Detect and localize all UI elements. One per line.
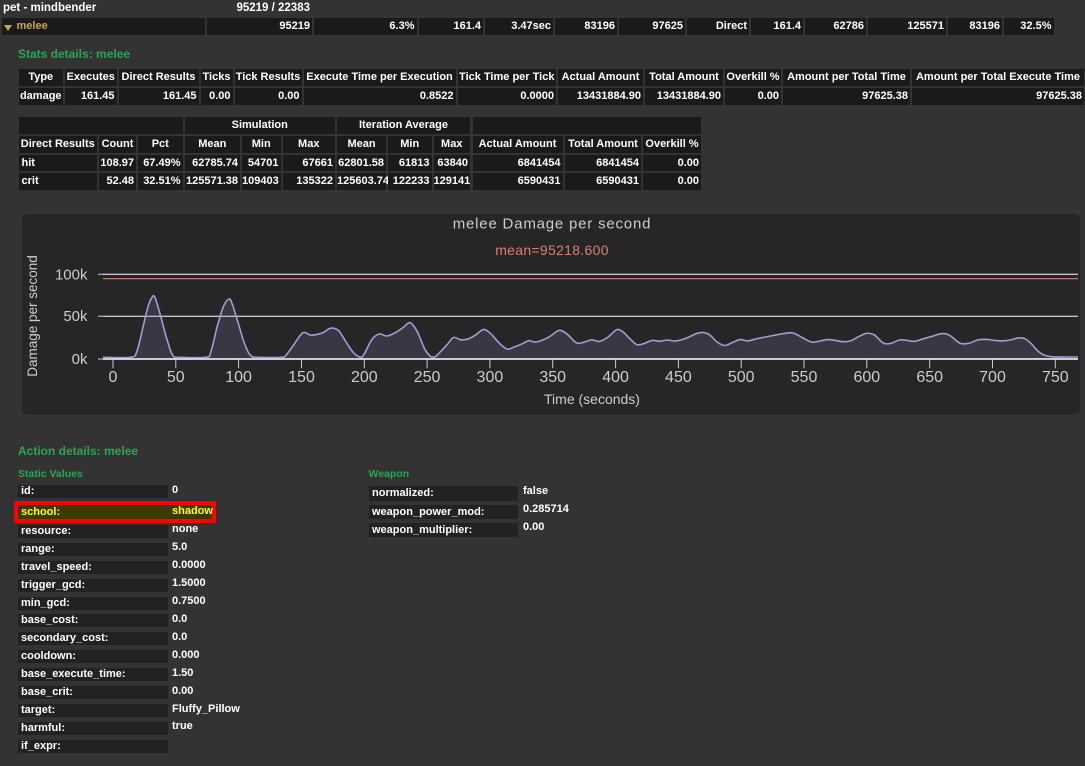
svg-text:Damage per second: Damage per second <box>25 255 40 377</box>
svg-text:650: 650 <box>916 369 943 386</box>
svg-text:600: 600 <box>853 369 880 386</box>
svg-text:400: 400 <box>602 369 629 386</box>
svg-text:50: 50 <box>167 369 185 386</box>
svg-text:350: 350 <box>539 369 566 386</box>
svg-text:50k: 50k <box>63 308 88 325</box>
svg-text:melee Damage per second: melee Damage per second <box>453 216 652 233</box>
svg-text:Time (seconds): Time (seconds) <box>544 391 640 407</box>
svg-text:300: 300 <box>477 369 504 386</box>
svg-text:550: 550 <box>791 369 818 386</box>
svg-text:100k: 100k <box>55 266 88 283</box>
svg-text:450: 450 <box>665 369 692 386</box>
svg-text:700: 700 <box>979 369 1006 386</box>
svg-text:750: 750 <box>1042 369 1069 386</box>
svg-text:250: 250 <box>414 369 441 386</box>
svg-text:500: 500 <box>728 369 755 386</box>
svg-text:200: 200 <box>351 369 378 386</box>
svg-text:100: 100 <box>225 369 252 386</box>
svg-text:0k: 0k <box>72 351 88 368</box>
svg-text:mean=95218.600: mean=95218.600 <box>495 242 609 258</box>
svg-text:150: 150 <box>288 369 315 386</box>
svg-text:0: 0 <box>109 369 118 386</box>
